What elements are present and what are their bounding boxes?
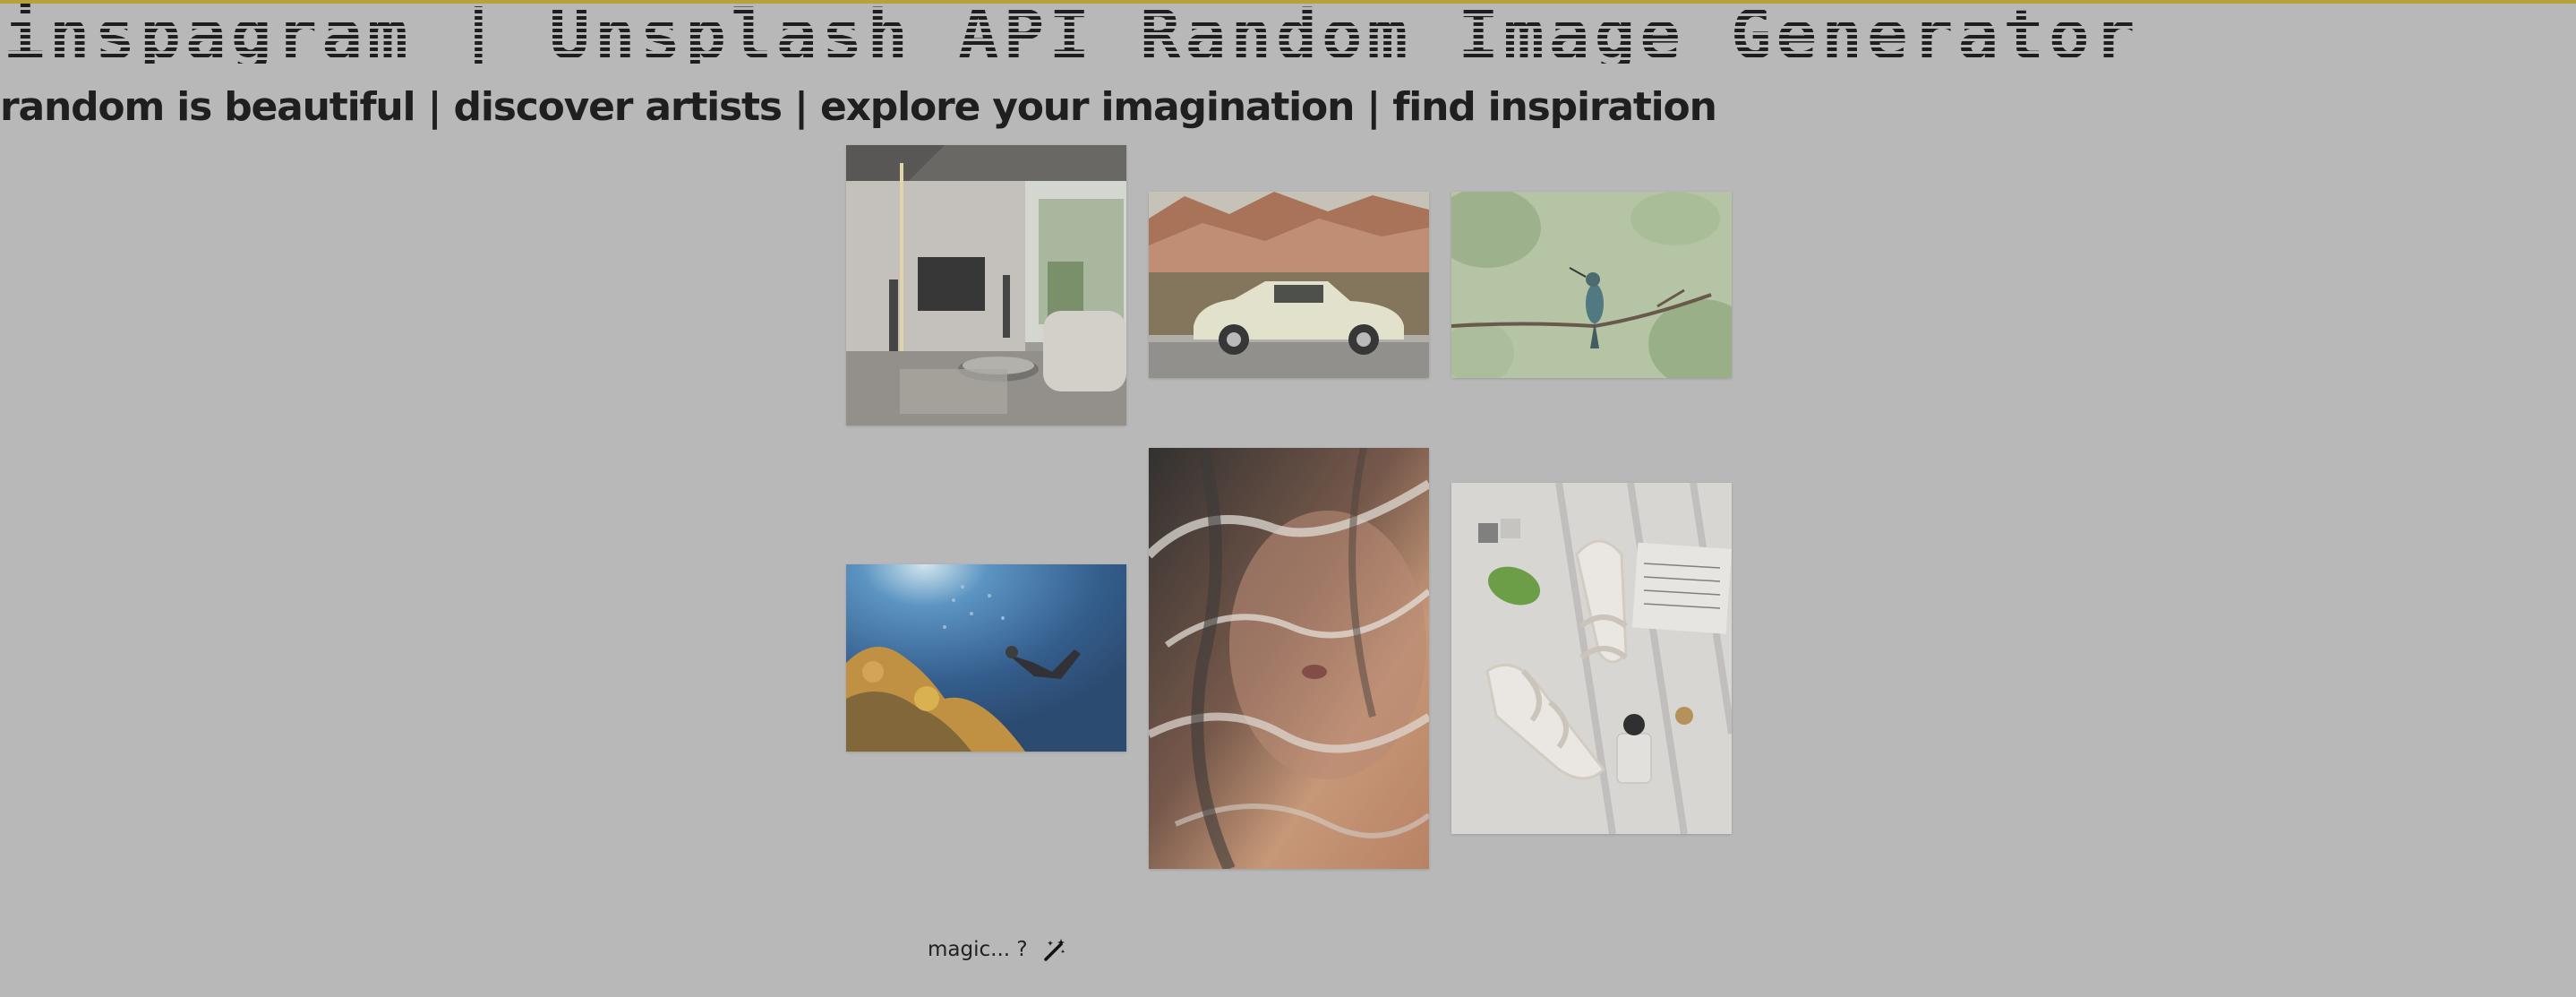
gallery-image-vintage-car[interactable]	[1149, 192, 1429, 378]
gallery-image-sandals[interactable]	[1451, 483, 1732, 834]
gallery-image-hummingbird[interactable]	[1451, 192, 1732, 378]
page-title: inspagram | Unsplash API Random Image Ge…	[4, 0, 2140, 74]
footer-label: magic... ?	[928, 938, 1028, 961]
gallery-image-scuba-diver[interactable]	[846, 564, 1126, 752]
gallery-image-face-behind-glass[interactable]	[1149, 448, 1429, 869]
footer-magic[interactable]: magic... ?	[928, 935, 1066, 964]
magic-wand-icon	[1044, 938, 1065, 961]
gallery-image-living-room[interactable]	[846, 145, 1126, 425]
tagline: random is beautiful | discover artists |…	[0, 84, 1717, 130]
